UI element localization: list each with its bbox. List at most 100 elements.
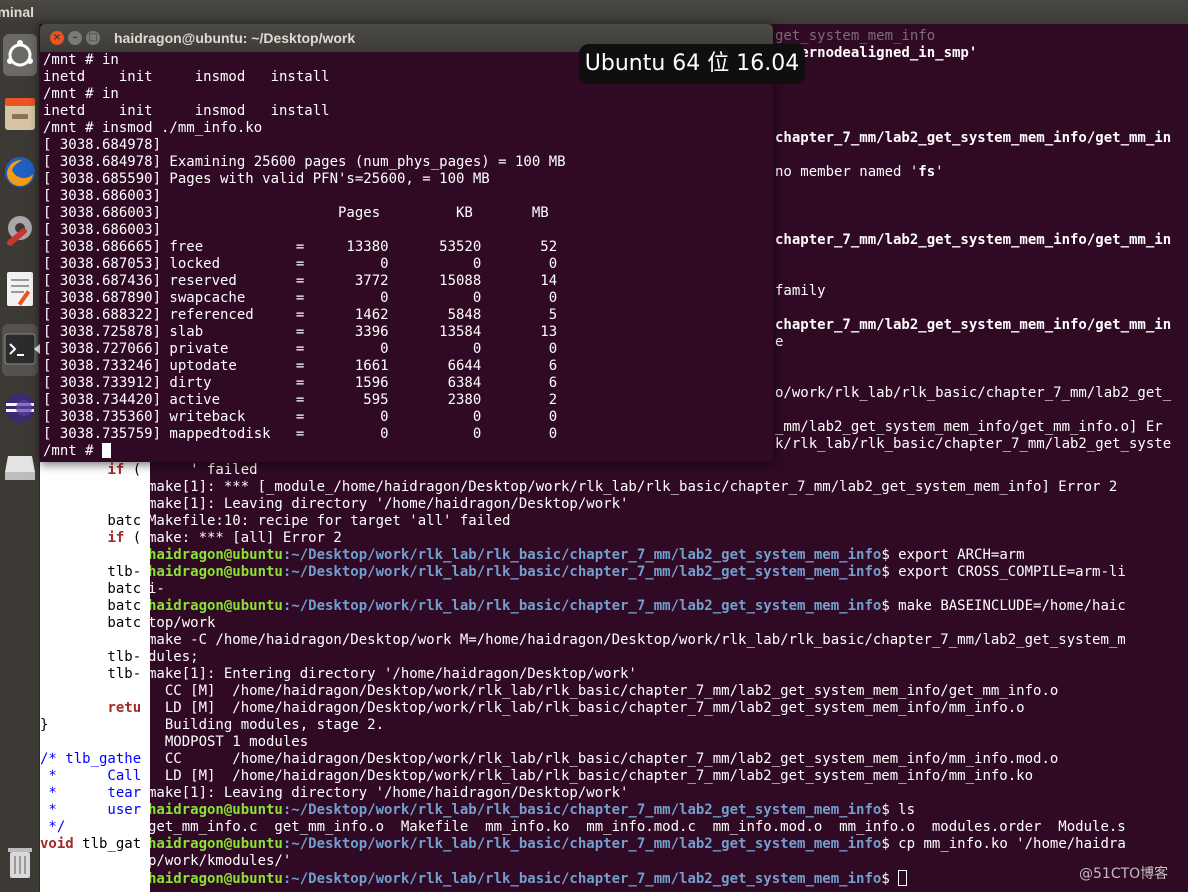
output-line: CC [M] /home/haidragon/Desktop/work/rlk_… [148,683,1059,699]
prompt-path: :~/Desktop/work/rlk_lab/rlk_basic/chapte… [282,598,882,614]
output-line: inetd init insmod install [43,103,330,119]
keyword: retu [107,700,142,716]
comment-line: * user [40,802,142,818]
code-line: void tlb_gat [40,836,142,852]
command-text: $ [881,871,899,887]
code-line: batc [40,513,142,529]
output-line: [ 3038.686665] free = 13380 53520 52 [43,239,558,255]
code-line: batc [40,615,142,631]
comment-line: */ [40,819,66,835]
comment-line: /* tlb_gathe [40,751,142,767]
drive-icon[interactable] [2,440,38,492]
code-line: batc [40,598,142,614]
output-line: make[1]: Entering directory '/home/haidr… [148,666,637,682]
output-line: [ 3038.735360] writeback = 0 0 0 [43,409,558,425]
output-line: [ 3038.685590] Pages with valid PFN's=25… [43,171,490,187]
output-line-fragment: chapter_7_mm/lab2_get_system_mem_info/ge… [775,317,1172,333]
prompt-user: haidragon@ubuntu [148,547,283,563]
output-line: Building modules, stage 2. [148,717,385,733]
comment-line: * tear [40,785,142,801]
output-line: [ 3038.686003] Pages KB MB [43,205,549,221]
prompt-path: :~/Desktop/work/rlk_lab/rlk_basic/chapte… [282,871,882,887]
output-line: [ 3038.687890] swapcache = 0 0 0 [43,290,558,306]
text-cursor [898,870,908,886]
code-line: batc [40,581,142,597]
prompt-line[interactable]: /mnt # [43,443,771,460]
top-menu-bar: rminal [0,0,1188,24]
output-line: ' failed [148,462,258,478]
terminal-output[interactable]: /mnt # in inetd init insmod install/mnt #… [43,52,771,460]
output-line: MODPOST 1 modules [148,734,309,750]
prompt-line: haidragon@ubuntu:~/Desktop/work/rlk_lab/… [148,564,1126,581]
output-line: [ 3038.733912] dirty = 1596 6384 6 [43,375,558,391]
highlighted-word: fs [918,164,936,180]
output-line: dules; [148,649,199,665]
output-line-fragment: no member named 'fs' [775,164,944,180]
code-line: tlb- [40,564,142,580]
code-line: tlb- [40,666,142,682]
output-line: LD [M] /home/haidragon/Desktop/work/rlk_… [148,768,1034,784]
window-title: haidragon@ubuntu: ~/Desktop/work [114,30,356,46]
output-line-fragment: family [775,283,826,299]
keyword: if [107,462,125,478]
output-line-fragment: get_system_mem_info [775,28,936,44]
code-line: if ( [107,462,142,478]
output-line: [ 3038.686003] [43,188,162,204]
eclipse-icon[interactable] [2,382,38,434]
firefox-icon[interactable] [2,146,38,198]
keyword: void [40,836,74,852]
code-editor[interactable]: if ( batc if ( tlb- batc batc batc tlb- … [40,462,150,892]
prompt-user: haidragon@ubuntu [148,802,283,818]
output-line: [ 3038.734420] active = 595 2380 2 [43,392,558,408]
command-text: $ ls [881,802,916,818]
trash-icon[interactable] [2,836,38,888]
prompt-path: :~/Desktop/work/rlk_lab/rlk_basic/chapte… [282,564,882,580]
code-line: tlb- [40,649,142,665]
close-button[interactable]: × [50,31,64,45]
prompt-path: :~/Desktop/work/rlk_lab/rlk_basic/chapte… [282,547,882,563]
output-line: make -C /home/haidragon/Desktop/work M=/… [148,632,1126,648]
command-text: $ export CROSS_COMPILE=arm-li [881,564,1126,580]
output-line: make: *** [all] Error 2 [148,530,342,546]
text-cursor [102,443,112,458]
output-line-fragment: chapter_7_mm/lab2_get_system_mem_info/ge… [775,130,1172,146]
watermark: @51CTO博客 [1079,866,1169,882]
output-line: [ 3038.688322] referenced = 1462 5848 5 [43,307,558,323]
maximize-button[interactable]: □ [86,31,100,45]
terminal-window[interactable]: × – □ haidragon@ubuntu: ~/Desktop/work /… [40,24,773,462]
terminal-icon[interactable] [2,324,38,376]
output-line-fragment: o/work/rlk_lab/rlk_basic/chapter_7_mm/la… [775,385,1172,401]
output-line: [ 3038.684978] Examining 25600 pages (nu… [43,154,566,170]
settings-icon[interactable] [2,204,38,256]
output-line-fragment: internodealigned_in_smp' [775,45,978,61]
output-line: [ 3038.735759] mappedtodisk = 0 0 0 [43,426,558,442]
output-line: [ 3038.687436] reserved = 3772 15088 14 [43,273,558,289]
minimize-button[interactable]: – [68,31,82,45]
output-line: /mnt # insmod ./mm_info.ko [43,120,263,136]
prompt-line: haidragon@ubuntu:~/Desktop/work/rlk_lab/… [148,547,1025,564]
code-line: retu [40,700,150,717]
prompt-path: :~/Desktop/work/rlk_lab/rlk_basic/chapte… [282,836,882,852]
text-editor-icon[interactable] [2,264,38,316]
output-line: [ 3038.725878] slab = 3396 13584 13 [43,324,558,340]
prompt-line: haidragon@ubuntu:~/Desktop/work/rlk_lab/… [148,836,1126,853]
output-line: CC /home/haidragon/Desktop/work/rlk_lab/… [148,751,1059,767]
output-line: top/work [148,615,216,631]
code-line: if ( [107,530,142,546]
ubuntu-logo-icon[interactable] [2,30,38,82]
output-line-fragment: chapter_7_mm/lab2_get_system_mem_info/ge… [775,232,1172,248]
output-line: [ 3038.684978] [43,137,162,153]
keyword: if [107,530,125,546]
command-text: $ export ARCH=arm [881,547,1025,563]
output-line-fragment: _mm/lab2_get_system_mem_info/get_mm_info… [775,419,1163,435]
files-icon[interactable] [2,88,38,140]
command-text: $ cp mm_info.ko '/home/haidra [881,836,1126,852]
output-line: make[1]: Leaving directory '/home/haidra… [148,496,629,512]
os-version-label: Ubuntu 64 位 16.04 [579,44,805,84]
